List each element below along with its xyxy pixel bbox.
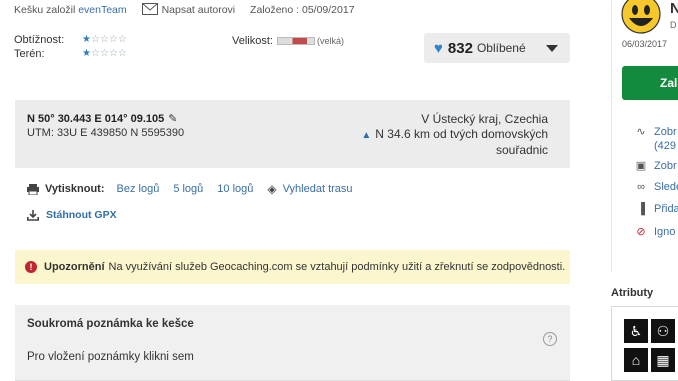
print-label: Vytisknout: [45,183,105,195]
personal-note-hint[interactable]: Pro vložení poznámky klikni sem [27,351,194,363]
route-icon: ◈ [267,182,277,196]
sidebar-item-view-gallery[interactable]: ▣ Zobr [634,159,677,173]
gallery-icon: ▣ [635,160,647,172]
kids-icon[interactable]: ⚇ [651,319,675,343]
owner-date: 06/03/2017 [622,39,668,49]
wheelchair-icon[interactable]: ♿ [624,319,648,343]
terrain-stars: ★☆☆☆☆ [82,48,127,59]
region: V Ústecký kraj, Czechia [421,112,548,126]
glasses-icon: ∞ [637,181,645,193]
station-icon[interactable]: ⌂ [624,348,648,372]
owner-link[interactable]: evenTeam [78,4,126,16]
personal-note-panel[interactable] [15,305,570,381]
sidebar-item-bookmark[interactable]: ▐ Přida [634,203,678,215]
bus-icon[interactable]: ▦ [651,348,675,372]
print-options: Vytisknout: Bez logů 5 logů 10 logů ◈ Vy… [27,182,353,196]
favorites-count: 832 [447,39,473,57]
avatar [621,0,661,34]
cache-meta: Kešku založil evenTeam Napsat autorovi Z… [14,3,355,16]
owner-name-initial: N [670,0,678,17]
hidden-by-label: Kešku založil [14,4,76,16]
download-gpx-link[interactable]: Stáhnout GPX [27,209,117,221]
alert-icon: ! [25,261,37,273]
difficulty-stars: ★☆☆☆☆ [82,34,127,45]
printer-icon [27,183,39,195]
distance-from-home: ▲ N 34.6 km od tvých domovských souřadnic [361,127,548,157]
disclaimer-alert: ! Upozornění Na využívání služeb Geocach… [15,250,570,284]
print-no-logs-link[interactable]: Bez logů [117,183,160,195]
help-icon[interactable]: ? [543,332,557,346]
bookmark-icon: ▐ [637,203,645,215]
placed-date: Založeno : 05/09/2017 [250,4,355,16]
direction-arrow-icon: ▲ [361,130,372,141]
size-label: Velikost: [232,35,273,47]
alert-text: Na využívání služeb Geocaching.com se vz… [108,261,566,273]
pencil-icon[interactable]: ✎ [168,112,177,125]
attributes-box: ♿ ⚇ ⌂ ▦ [611,306,678,381]
favorites-label: Oblíbené [476,41,526,55]
find-route-link[interactable]: Vyhledat trasu [283,183,353,195]
log-button[interactable]: Zal [622,66,678,100]
utm-coordinates: UTM: 33U E 439850 N 5595390 [27,127,185,139]
envelope-icon [141,3,158,15]
sidebar-item-count[interactable]: (429 [654,140,676,152]
size-info: Velikost: (velká) [232,35,344,47]
message-owner-link[interactable]: Napsat autorovi [141,3,238,16]
sidebar-item-ignore[interactable]: ⊘ Igno [634,225,675,239]
size-value: (velká) [316,36,344,46]
heart-icon: ♥ [434,39,443,57]
download-icon [27,209,39,221]
sidebar-item-view-logs[interactable]: ∿ Zobr [634,125,676,139]
terrain-label: Terén: [14,48,45,60]
coordinates[interactable]: N 50° 30.443 E 014° 09.105 ✎ [27,112,177,125]
difficulty-label: Obtížnost: [14,34,65,46]
sidebar-item-watch[interactable]: ∞Slede [634,181,678,193]
activity-icon: ∿ [636,126,646,138]
block-icon: ⊘ [636,226,646,238]
alert-title: Upozornění [44,261,105,273]
favorites-button[interactable]: ♥ 832 Oblíbené [424,33,570,63]
personal-note-title: Soukromá poznámka ke kešce [27,318,194,330]
print-10-logs-link[interactable]: 10 logů [217,183,253,195]
chevron-down-icon[interactable] [546,44,558,52]
owner-subtitle: D [670,20,677,30]
print-5-logs-link[interactable]: 5 logů [173,183,203,195]
size-bar-icon [276,37,315,45]
attributes-title: Atributy [611,287,654,299]
